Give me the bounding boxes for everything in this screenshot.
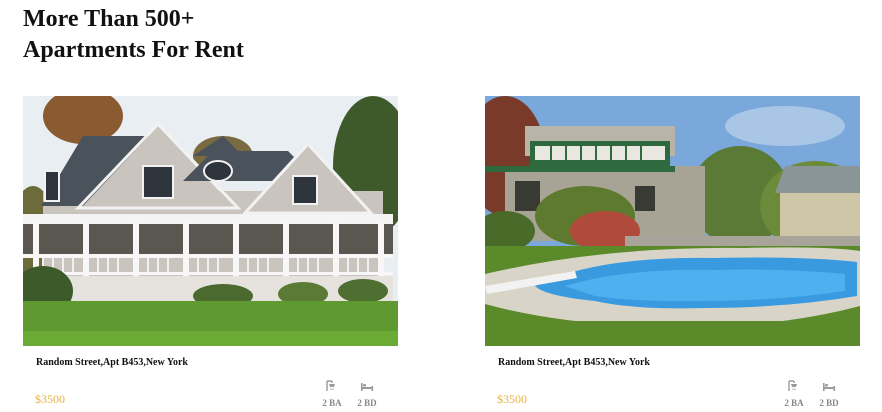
listing-photo-pool-house[interactable] <box>485 96 860 346</box>
beds-label: 2 BD <box>357 398 377 408</box>
beds-label: 2 BD <box>819 398 839 408</box>
listing-address[interactable]: Random Street,Apt B453,New York <box>36 357 188 368</box>
bed-icon <box>823 383 836 391</box>
beds-stat: 2 BD <box>814 380 844 408</box>
page-heading: More Than 500+ Apartments For Rent <box>23 4 244 66</box>
bed-icon <box>361 383 374 391</box>
heading-line-1: More Than 500+ <box>23 6 195 32</box>
bath-icon <box>326 380 335 391</box>
bath-icon <box>788 380 797 391</box>
listing-card[interactable]: Random Street,Apt B453,New York $3500 2 … <box>485 96 860 412</box>
heading-line-2: Apartments For Rent <box>23 37 244 63</box>
listing-price: $3500 <box>35 392 65 406</box>
baths-stat: 2 BA <box>317 380 347 408</box>
listing-photo-porch-house[interactable] <box>23 96 398 346</box>
baths-stat: 2 BA <box>779 380 809 408</box>
listing-address[interactable]: Random Street,Apt B453,New York <box>498 357 650 368</box>
baths-label: 2 BA <box>784 398 804 408</box>
listing-card[interactable]: Random Street,Apt B453,New York $3500 2 … <box>23 96 398 412</box>
baths-label: 2 BA <box>322 398 342 408</box>
beds-stat: 2 BD <box>352 380 382 408</box>
listing-price: $3500 <box>497 392 527 406</box>
